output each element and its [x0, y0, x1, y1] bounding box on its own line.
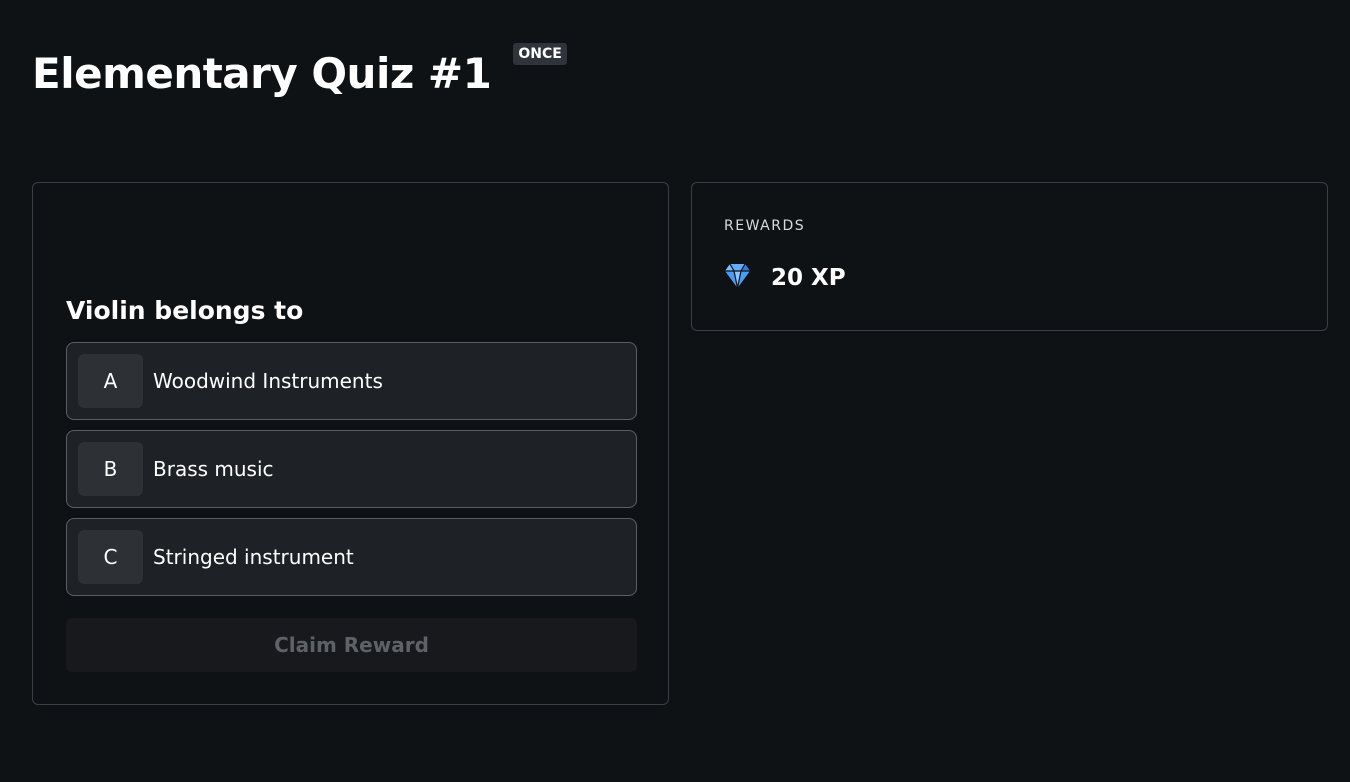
quiz-card: Violin belongs to A Woodwind Instruments… — [32, 182, 669, 705]
option-label: Brass music — [153, 457, 274, 481]
diamond-icon — [724, 263, 751, 293]
rewards-card: REWARDS 20 XP — [691, 182, 1328, 331]
reward-amount: 20 XP — [771, 265, 846, 291]
option-letter-badge: B — [78, 442, 143, 496]
frequency-badge: ONCE — [513, 43, 567, 65]
page-header: Elementary Quiz #1 ONCE — [32, 43, 567, 104]
option-letter-badge: A — [78, 354, 143, 408]
option-letter-badge: C — [78, 530, 143, 584]
claim-reward-button[interactable]: Claim Reward — [66, 618, 637, 672]
answer-options: A Woodwind Instruments B Brass music C S… — [66, 342, 637, 606]
option-a[interactable]: A Woodwind Instruments — [66, 342, 637, 420]
page-title: Elementary Quiz #1 — [32, 49, 492, 98]
rewards-heading: REWARDS — [724, 218, 806, 234]
quiz-page: Elementary Quiz #1 ONCE Violin belongs t… — [0, 0, 1350, 782]
option-b[interactable]: B Brass music — [66, 430, 637, 508]
option-label: Woodwind Instruments — [153, 369, 383, 393]
option-label: Stringed instrument — [153, 545, 354, 569]
reward-item: 20 XP — [724, 263, 846, 293]
option-c[interactable]: C Stringed instrument — [66, 518, 637, 596]
question-text: Violin belongs to — [66, 296, 304, 325]
